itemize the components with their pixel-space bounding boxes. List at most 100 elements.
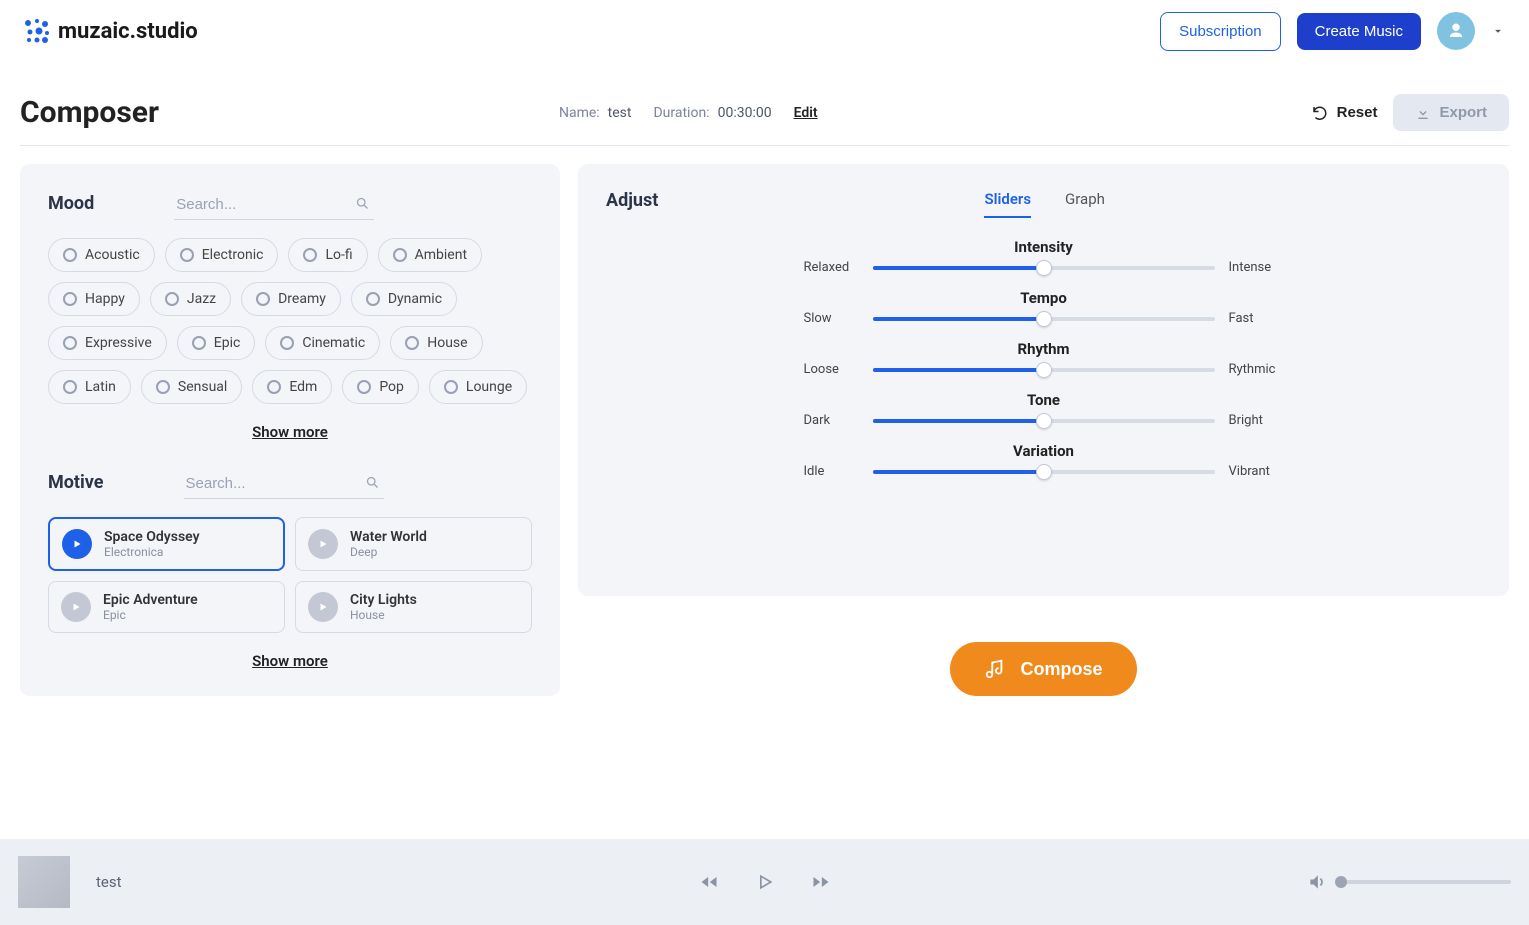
slider-name: Tone [804,391,1284,409]
mood-chip[interactable]: Epic [177,326,256,360]
slider-high-label: Vibrant [1229,464,1284,479]
motive-play-button[interactable] [308,592,338,622]
mood-chip[interactable]: Ambient [378,238,482,272]
slider-block: ToneDarkBright [804,391,1284,428]
slider-block: Variation Idle Vibrant [804,442,1284,479]
mood-chip[interactable]: Happy [48,282,140,316]
slider-name: Rhythm [804,340,1284,358]
radio-icon [267,380,281,394]
mood-chip[interactable]: Lounge [429,370,527,404]
adjust-title: Adjust [606,190,658,211]
page-title: Composer [20,95,159,130]
mood-chip[interactable]: Cinematic [265,326,380,360]
create-music-button[interactable]: Create Music [1297,13,1421,50]
player-forward-button[interactable] [811,872,831,892]
motive-card[interactable]: Epic AdventureEpic [48,581,285,633]
mood-chip[interactable]: Expressive [48,326,167,360]
mood-show-more[interactable]: Show more [252,423,328,441]
slider-track[interactable] [873,266,1215,270]
meta-duration: Duration: 00:30:00 [653,105,771,121]
meta-name: Name: test [559,105,632,121]
motive-play-button[interactable] [61,592,91,622]
compose-button[interactable]: Compose [950,642,1136,696]
avatar[interactable] [1437,12,1475,50]
topbar: muzaic.studio Subscription Create Music [0,0,1529,62]
slider-low-label: Loose [804,362,859,377]
tab-graph[interactable]: Graph [1065,190,1105,218]
motive-card[interactable]: City LightsHouse [295,581,532,633]
logo-icon [24,18,50,44]
panel-adjust: Adjust Sliders Graph IntensityRelaxedInt… [578,164,1509,596]
motive-play-button[interactable] [62,529,92,559]
mood-chip-list: Acoustic Electronic Lo-fi Ambient Happy Jazz D… [48,238,532,404]
mood-chip[interactable]: Latin [48,370,131,404]
mood-chip[interactable]: Lo-fi [288,238,367,272]
motive-grid: Space OdysseyElectronicaWater WorldDeepE… [48,517,532,633]
brand-logo[interactable]: muzaic.studio [24,18,198,44]
chevron-down-icon [1491,24,1505,38]
radio-icon [63,336,77,350]
brand-name: muzaic.studio [58,19,198,44]
mood-chip[interactable]: Edm [252,370,332,404]
motive-subtitle: Deep [350,545,427,559]
radio-icon [393,248,407,262]
radio-icon [256,292,270,306]
radio-icon [444,380,458,394]
forward-icon [811,872,831,892]
slider-track[interactable] [873,317,1215,321]
mood-chip[interactable]: Pop [342,370,419,404]
motive-title: City Lights [350,592,417,608]
play-icon [755,872,775,892]
mood-chip[interactable]: Dreamy [241,282,341,316]
radio-icon [165,292,179,306]
motive-card[interactable]: Space OdysseyElectronica [48,517,285,571]
motive-show-more[interactable]: Show more [252,652,328,670]
mood-chip[interactable]: Electronic [165,238,279,272]
mood-title: Mood [48,193,94,214]
motive-subtitle: Epic [103,608,198,622]
mood-chip[interactable]: Sensual [141,370,242,404]
panel-mood-motive: Mood Acoustic Electronic Lo-fi Ambient Happy… [20,164,560,696]
rewind-icon [699,872,719,892]
motive-play-button[interactable] [308,529,338,559]
reset-button[interactable]: Reset [1311,104,1378,122]
edit-link[interactable]: Edit [794,105,818,121]
mood-chip[interactable]: Jazz [150,282,231,316]
radio-icon [63,292,77,306]
slider-low-label: Relaxed [804,260,859,275]
slider-low-label: Slow [804,311,859,326]
search-icon [365,475,380,490]
player-play-button[interactable] [755,872,775,892]
slider-track[interactable] [873,470,1215,474]
motive-card[interactable]: Water WorldDeep [295,517,532,571]
motive-subtitle: House [350,608,417,622]
radio-icon [180,248,194,262]
slider-track[interactable] [873,368,1215,372]
volume-slider[interactable] [1341,880,1511,884]
slider-name: Variation [804,442,1284,460]
radio-icon [280,336,294,350]
motive-title: Epic Adventure [103,592,198,608]
player-rewind-button[interactable] [699,872,719,892]
export-button[interactable]: Export [1393,94,1509,131]
radio-icon [366,292,380,306]
radio-icon [156,380,170,394]
volume-button[interactable] [1307,872,1327,892]
music-icon [984,658,1006,680]
radio-icon [303,248,317,262]
user-icon [1447,22,1465,40]
mood-chip[interactable]: Acoustic [48,238,155,272]
player-bar: test [0,839,1529,925]
mood-chip[interactable]: House [390,326,482,360]
player-track-title: test [96,873,122,891]
user-menu-chevron[interactable] [1491,24,1505,38]
player-artwork [18,856,70,908]
mood-search-input[interactable] [174,190,374,220]
mood-chip[interactable]: Dynamic [351,282,457,316]
motive-search-input[interactable] [184,469,384,499]
subscription-button[interactable]: Subscription [1160,12,1281,51]
slider-low-label: Idle [804,464,859,479]
slider-track[interactable] [873,419,1215,423]
volume-icon [1307,872,1327,892]
tab-sliders[interactable]: Sliders [984,190,1031,218]
